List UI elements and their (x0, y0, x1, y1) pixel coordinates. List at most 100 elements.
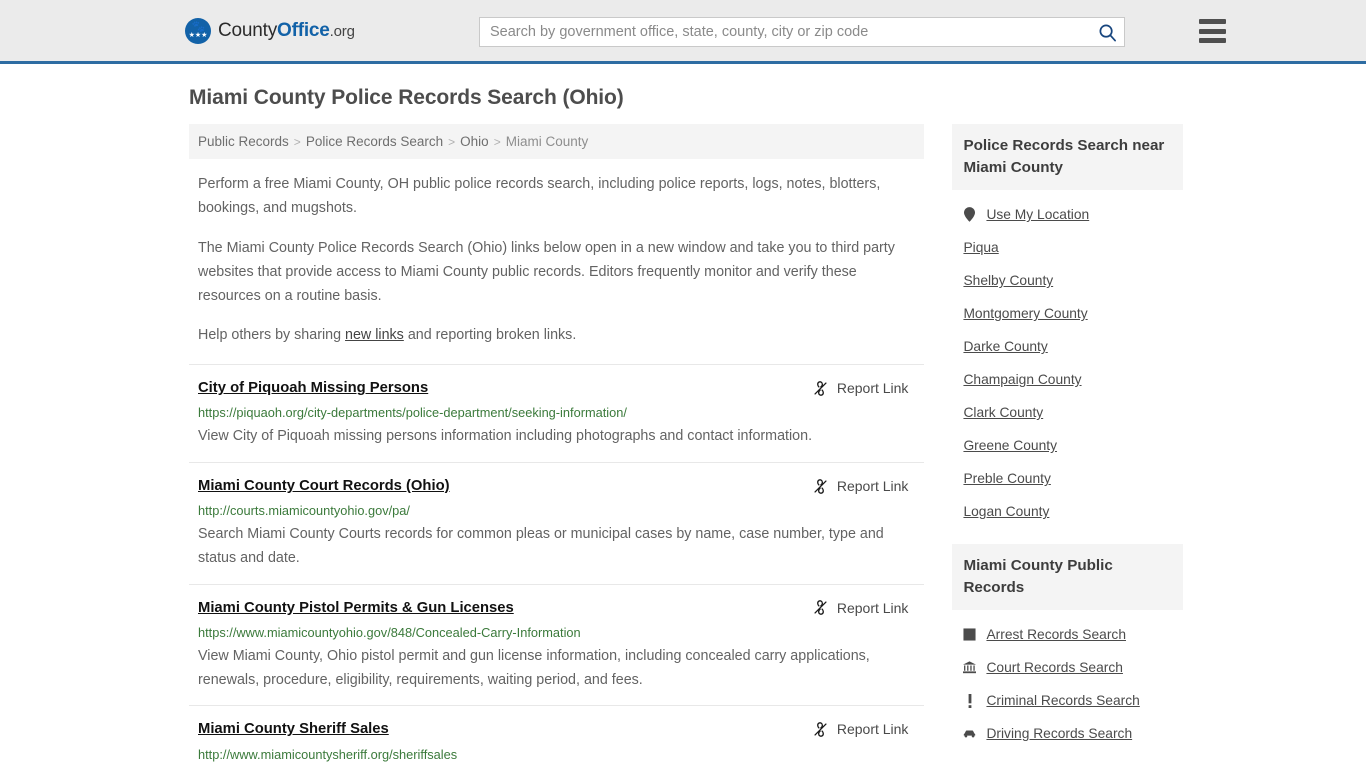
result-url[interactable]: http://courts.miamicountyohio.gov/pa/ (198, 502, 915, 520)
intro-paragraph-3: Help others by sharing new links and rep… (189, 324, 924, 348)
fingerprint-card-icon (963, 628, 976, 641)
new-links-link[interactable]: new links (345, 327, 404, 343)
sidebar-link-label[interactable]: Shelby County (963, 273, 1053, 288)
result-title-link[interactable]: Miami County Pistol Permits & Gun Licens… (198, 599, 514, 618)
brand-part-1: County (218, 19, 278, 41)
sidebar-nearby-links: Use My Location Piqua Shelby County Mont… (952, 190, 1183, 534)
page-container: Miami County Police Records Search (Ohio… (183, 64, 1183, 768)
sidebar-link-label[interactable]: Use My Location (986, 207, 1089, 222)
report-link-label: Report Link (836, 478, 909, 495)
sidebar-item-champaign-county[interactable]: Champaign County (952, 363, 1183, 396)
result-description: View City of Piquoah missing persons inf… (198, 428, 813, 445)
sidebar-link-label[interactable]: Arrest Records Search (986, 627, 1126, 642)
result-description: Search Miami County Courts records for c… (198, 526, 884, 566)
intro-p3-after: and reporting broken links. (403, 327, 577, 344)
intro-text: Perform a free Miami County, OH public p… (189, 173, 924, 348)
result-description: View Miami County, Ohio pistol permit an… (198, 647, 870, 688)
sidebar-item-logan-county[interactable]: Logan County (952, 495, 1183, 528)
sidebar-item-preble-county[interactable]: Preble County (952, 462, 1183, 495)
sidebar-link-label[interactable]: Preble County (963, 471, 1050, 486)
header-inner: 🐾 ★★★ CountyOffice.org (183, 0, 1226, 61)
sidebar-public-records-links: Arrest Records Search Court Records Sear… (952, 610, 1183, 756)
sidebar-link-label[interactable]: Logan County (963, 504, 1049, 519)
result-title-link[interactable]: Miami County Sheriff Sales (198, 720, 389, 739)
result-header: Miami County Pistol Permits & Gun Licens… (198, 599, 915, 618)
report-link-label: Report Link (836, 380, 909, 397)
report-link-label: Report Link (836, 721, 909, 738)
result-item: Miami County Pistol Permits & Gun Licens… (189, 583, 925, 706)
sidebar-item-greene-county[interactable]: Greene County (952, 429, 1183, 462)
result-title-link[interactable]: Miami County Court Records (Ohio) (198, 477, 450, 496)
content-columns: Public Records > Police Records Search > Ohi… (183, 124, 1183, 768)
brand-part-2: Office (277, 19, 330, 41)
sidebar-item-darke-county[interactable]: Darke County (952, 330, 1183, 363)
sidebar-nearby-heading: Police Records Search near Miami County (952, 124, 1183, 191)
result-header: Miami County Sheriff Sales Report Link (198, 720, 915, 739)
page-title: Miami County Police Records Search (Ohio… (189, 86, 624, 109)
brand-text: CountyOffice.org (218, 20, 355, 42)
breadcrumb-separator: > (493, 135, 501, 149)
chain-broken-icon (814, 600, 827, 615)
sidebar: Police Records Search near Miami County … (952, 124, 1183, 756)
sidebar-item-driving-records-search[interactable]: Driving Records Search (952, 717, 1183, 750)
report-link-button[interactable]: Report Link (813, 720, 909, 738)
breadcrumb-item-public-records[interactable]: Public Records (198, 134, 289, 149)
sidebar-item-piqua[interactable]: Piqua (952, 231, 1183, 264)
sidebar-item-criminal-records-search[interactable]: Criminal Records Search (952, 684, 1183, 717)
sidebar-link-label[interactable]: Clark County (963, 405, 1043, 420)
exclamation-icon (963, 693, 976, 708)
search-input[interactable] (480, 19, 1090, 45)
main-column: Public Records > Police Records Search > Ohi… (189, 124, 925, 768)
report-link-button[interactable]: Report Link (813, 477, 909, 495)
site-logo[interactable]: 🐾 ★★★ CountyOffice.org (185, 17, 355, 44)
search-icon (1099, 24, 1116, 41)
report-link-label: Report Link (836, 599, 909, 616)
site-header: 🐾 ★★★ CountyOffice.org (0, 0, 1366, 64)
breadcrumb-separator: > (448, 135, 456, 149)
search-button[interactable] (1090, 18, 1124, 46)
report-link-button[interactable]: Report Link (813, 599, 909, 616)
sidebar-item-shelby-county[interactable]: Shelby County (952, 264, 1183, 297)
sidebar-link-label[interactable]: Court Records Search (986, 660, 1123, 675)
map-pin-icon (963, 207, 976, 222)
sidebar-link-label[interactable]: Darke County (963, 339, 1047, 354)
sidebar-link-label[interactable]: Criminal Records Search (986, 693, 1139, 708)
sidebar-link-label[interactable]: Montgomery County (963, 306, 1087, 321)
result-item: Miami County Court Records (Ohio) Report… (189, 462, 925, 584)
breadcrumb-item-miami-county: Miami County (505, 134, 589, 149)
sidebar-item-clark-county[interactable]: Clark County (952, 396, 1183, 429)
brand-part-3: .org (329, 22, 355, 40)
result-url[interactable]: https://piquaoh.org/city-departments/pol… (198, 404, 915, 422)
intro-p3-before: Help others by sharing (198, 327, 346, 344)
breadcrumb-item-ohio[interactable]: Ohio (460, 134, 489, 149)
result-item: Miami County Sheriff Sales Report Link h… (189, 705, 925, 768)
sidebar-item-court-records-search[interactable]: Court Records Search (952, 651, 1183, 684)
sidebar-link-label[interactable]: Driving Records Search (986, 726, 1132, 741)
result-url[interactable]: https://www.miamicountyohio.gov/848/Conc… (198, 624, 915, 642)
chain-broken-icon (814, 721, 827, 737)
result-title-link[interactable]: City of Piquoah Missing Persons (198, 379, 428, 398)
sidebar-item-use-my-location[interactable]: Use My Location (952, 198, 1183, 231)
intro-paragraph-2: The Miami County Police Records Search (… (198, 239, 895, 304)
chain-broken-icon (814, 380, 827, 396)
intro-paragraph-1: Perform a free Miami County, OH public p… (198, 176, 881, 216)
sidebar-link-label[interactable]: Champaign County (963, 372, 1081, 387)
car-icon (963, 729, 976, 739)
breadcrumb-separator: > (293, 135, 301, 149)
breadcrumb: Public Records > Police Records Search > Ohi… (189, 124, 925, 159)
sidebar-link-label[interactable]: Piqua (963, 240, 998, 255)
sidebar-link-label[interactable]: Greene County (963, 438, 1057, 453)
result-header: Miami County Court Records (Ohio) Report… (198, 477, 915, 496)
chain-broken-icon (814, 478, 827, 494)
result-url[interactable]: http://www.miamicountysheriff.org/sherif… (198, 746, 915, 764)
courthouse-icon (963, 661, 977, 674)
breadcrumb-item-police-records-search[interactable]: Police Records Search (306, 134, 443, 149)
result-header: City of Piquoah Missing Persons Report L… (198, 379, 915, 398)
sidebar-item-montgomery-county[interactable]: Montgomery County (952, 297, 1183, 330)
hamburger-menu-icon[interactable] (1199, 19, 1226, 43)
result-item: City of Piquoah Missing Persons Report L… (189, 364, 925, 462)
sidebar-item-arrest-records-search[interactable]: Arrest Records Search (952, 618, 1183, 651)
report-link-button[interactable]: Report Link (813, 379, 909, 397)
search-bar (479, 17, 1125, 47)
